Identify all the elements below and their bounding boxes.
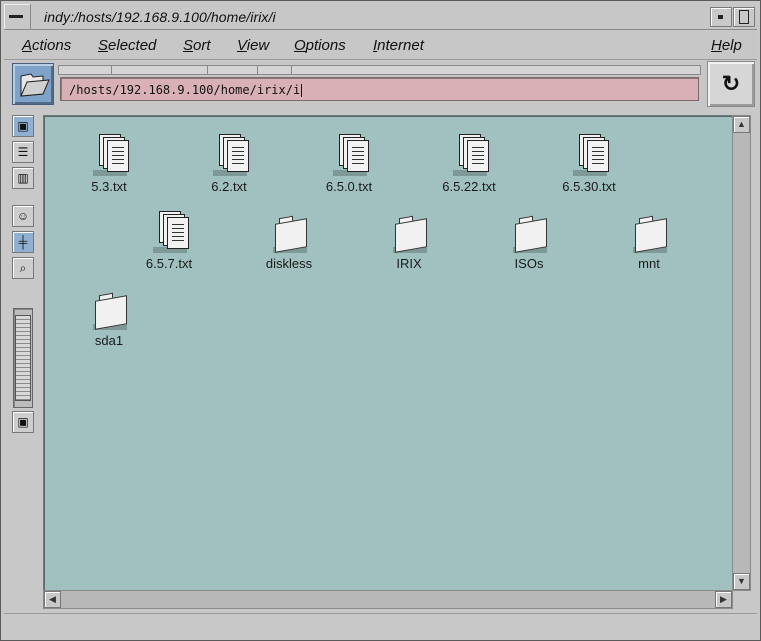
icon-view-area[interactable]: 5.3.txt 6.2.txt 6.5.0.txt 6.5.22.txt 6.5.30.… bbox=[43, 115, 733, 591]
folder-icon bbox=[509, 211, 549, 255]
tree-view-button[interactable]: ╪ bbox=[12, 231, 34, 253]
scroll-up-arrow[interactable]: ▲ bbox=[733, 116, 750, 133]
folder-icon bbox=[389, 211, 429, 255]
view-toolbar: ▣ ☰ ▥ ☺ ╪ ⌕ ▣ bbox=[9, 113, 37, 433]
list-view-icon: ☰ bbox=[17, 145, 29, 159]
item-label: 6.2.txt bbox=[211, 179, 247, 194]
menu-selected[interactable]: Selected bbox=[98, 37, 156, 54]
file-item[interactable]: 6.2.txt bbox=[184, 134, 274, 194]
maximize-button[interactable] bbox=[733, 7, 755, 27]
open-folder-icon bbox=[20, 73, 50, 97]
document-icon bbox=[209, 134, 249, 178]
folder-icon bbox=[89, 288, 129, 332]
item-label: IRIX bbox=[396, 256, 422, 271]
item-label: 5.3.txt bbox=[91, 179, 127, 194]
path-segment[interactable] bbox=[111, 66, 208, 74]
file-item[interactable]: 6.5.0.txt bbox=[304, 134, 394, 194]
item-label: mnt bbox=[638, 256, 660, 271]
path-segment[interactable] bbox=[207, 66, 258, 74]
square-icon: ▣ bbox=[17, 415, 29, 429]
menu-help[interactable]: Help bbox=[711, 37, 742, 54]
zoom-slider-thumb[interactable] bbox=[15, 315, 31, 401]
column-view-icon: ▥ bbox=[17, 171, 29, 185]
minimize-button[interactable] bbox=[710, 7, 732, 27]
item-label: 6.5.22.txt bbox=[442, 179, 496, 194]
zoom-slider[interactable] bbox=[13, 308, 33, 408]
document-icon bbox=[569, 134, 609, 178]
folder-icon bbox=[629, 211, 669, 255]
file-item[interactable]: 6.5.7.txt bbox=[124, 211, 214, 271]
file-item[interactable]: 6.5.30.txt bbox=[544, 134, 634, 194]
document-icon bbox=[329, 134, 369, 178]
horizontal-scrollbar[interactable]: ◀ ▶ bbox=[43, 590, 733, 609]
location-bar: /hosts/192.168.9.100/home/irix/i ↻ bbox=[4, 61, 757, 109]
item-label: 6.5.30.txt bbox=[562, 179, 616, 194]
document-icon bbox=[449, 134, 489, 178]
folder-item[interactable]: mnt bbox=[604, 211, 694, 271]
folder-item[interactable]: ISOs bbox=[484, 211, 574, 271]
menu-sort[interactable]: Sort bbox=[183, 37, 211, 54]
menu-bar: Actions Selected Sort View Options Inter… bbox=[4, 31, 757, 60]
status-area bbox=[4, 613, 757, 636]
folder-item[interactable]: sda1 bbox=[64, 288, 154, 348]
icon-view-button[interactable]: ▣ bbox=[12, 115, 34, 137]
list-view-button[interactable]: ☰ bbox=[12, 141, 34, 163]
open-folder-button[interactable] bbox=[12, 63, 54, 105]
icon-view-icon: ▣ bbox=[17, 119, 29, 133]
file-manager-window: indy:/hosts/192.168.9.100/home/irix/i Ac… bbox=[0, 0, 761, 641]
minimize-icon bbox=[718, 15, 723, 19]
window-menu-button[interactable] bbox=[4, 4, 31, 29]
item-label: diskless bbox=[265, 256, 313, 271]
face-icon: ☺ bbox=[16, 209, 30, 223]
item-label: sda1 bbox=[94, 333, 124, 348]
vertical-scrollbar[interactable]: ▲ ▼ bbox=[732, 115, 751, 591]
menu-actions[interactable]: Actions bbox=[22, 37, 71, 54]
refresh-button[interactable]: ↻ bbox=[707, 61, 755, 107]
folder-item[interactable]: IRIX bbox=[364, 211, 454, 271]
window-title: indy:/hosts/192.168.9.100/home/irix/i bbox=[44, 9, 276, 25]
face-view-button[interactable]: ☺ bbox=[12, 205, 34, 227]
item-label: 6.5.0.txt bbox=[325, 179, 373, 194]
path-segment[interactable] bbox=[257, 66, 292, 74]
title-bar[interactable]: indy:/hosts/192.168.9.100/home/irix/i bbox=[4, 4, 757, 30]
refresh-icon: ↻ bbox=[721, 71, 741, 96]
menu-view[interactable]: View bbox=[237, 37, 269, 54]
tree-icon: ╪ bbox=[18, 235, 28, 249]
path-segment-bar[interactable] bbox=[58, 65, 701, 75]
path-text: /hosts/192.168.9.100/home/irix/i bbox=[69, 83, 301, 97]
menu-options[interactable]: Options bbox=[294, 37, 346, 54]
menu-internet[interactable]: Internet bbox=[373, 37, 424, 54]
scroll-left-arrow[interactable]: ◀ bbox=[44, 591, 61, 608]
document-icon bbox=[149, 211, 189, 255]
zoom-reset-button[interactable]: ▣ bbox=[12, 411, 34, 433]
text-caret bbox=[301, 84, 303, 97]
path-input[interactable]: /hosts/192.168.9.100/home/irix/i bbox=[60, 77, 699, 101]
item-label: 6.5.7.txt bbox=[145, 256, 193, 271]
file-item[interactable]: 6.5.22.txt bbox=[424, 134, 514, 194]
folder-icon bbox=[269, 211, 309, 255]
file-item[interactable]: 5.3.txt bbox=[64, 134, 154, 194]
folder-item[interactable]: diskless bbox=[244, 211, 334, 271]
magnifier-icon: ⌕ bbox=[19, 261, 27, 275]
maximize-icon bbox=[739, 10, 749, 24]
column-view-button[interactable]: ▥ bbox=[12, 167, 34, 189]
scroll-right-arrow[interactable]: ▶ bbox=[715, 591, 732, 608]
scroll-down-arrow[interactable]: ▼ bbox=[733, 573, 750, 590]
path-segment[interactable] bbox=[59, 66, 112, 74]
document-icon bbox=[89, 134, 129, 178]
item-label: ISOs bbox=[514, 256, 544, 271]
find-button[interactable]: ⌕ bbox=[12, 257, 34, 279]
